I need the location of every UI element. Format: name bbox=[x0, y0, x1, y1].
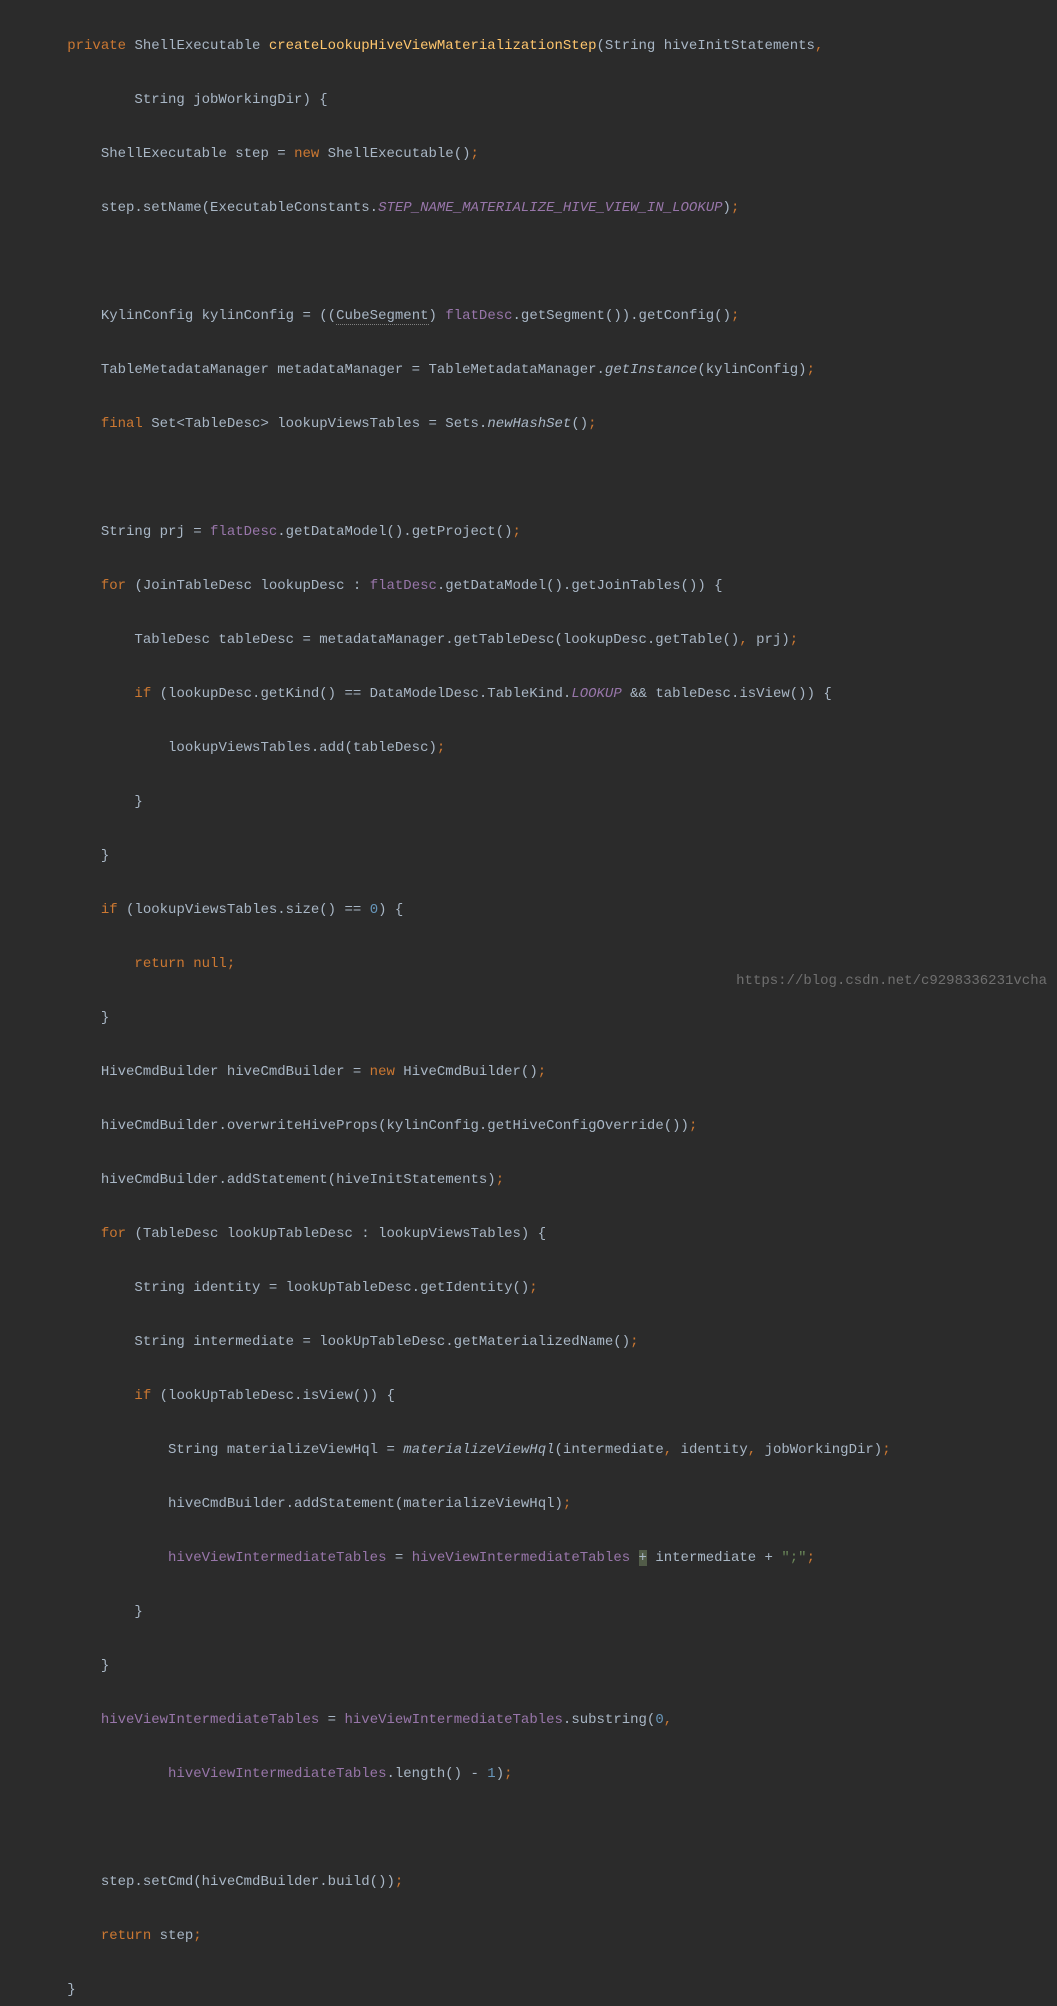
code-line: String prj = flatDesc.getDataModel().get… bbox=[0, 519, 1057, 546]
code-line: hiveViewIntermediateTables = hiveViewInt… bbox=[0, 1545, 1057, 1572]
code-line: String jobWorkingDir) { bbox=[0, 87, 1057, 114]
static-method: getInstance bbox=[605, 362, 697, 378]
code-editor[interactable]: private ShellExecutable createLookupHive… bbox=[0, 6, 1057, 2006]
code-line: } bbox=[0, 1005, 1057, 1032]
code-line: String identity = lookUpTableDesc.getIde… bbox=[0, 1275, 1057, 1302]
code-line: for (JoinTableDesc lookupDesc : flatDesc… bbox=[0, 573, 1057, 600]
code-line: if (lookupViewsTables.size() == 0) { bbox=[0, 897, 1057, 924]
number-literal: 0 bbox=[655, 1712, 663, 1728]
code-line: for (TableDesc lookUpTableDesc : lookupV… bbox=[0, 1221, 1057, 1248]
keyword-for: for bbox=[101, 578, 126, 594]
code-line: KylinConfig kylinConfig = ((CubeSegment)… bbox=[0, 303, 1057, 330]
code-line: } bbox=[0, 1977, 1057, 2004]
code-line: step.setCmd(hiveCmdBuilder.build()); bbox=[0, 1869, 1057, 1896]
field-ref: hiveViewIntermediateTables bbox=[344, 1712, 562, 1728]
keyword-new: new bbox=[294, 146, 319, 162]
keyword-return-null: return null bbox=[134, 956, 226, 972]
code-line: return step; bbox=[0, 1923, 1057, 1950]
field-ref: hiveViewIntermediateTables bbox=[101, 1712, 319, 1728]
code-line: hiveViewIntermediateTables.length() - 1)… bbox=[0, 1761, 1057, 1788]
string-literal: ";" bbox=[781, 1550, 806, 1566]
code-line: lookupViewsTables.add(tableDesc); bbox=[0, 735, 1057, 762]
keyword-private: private bbox=[67, 38, 126, 54]
field-ref: flatDesc bbox=[445, 308, 512, 324]
keyword-if: if bbox=[101, 902, 118, 918]
code-line: String materializeViewHql = materializeV… bbox=[0, 1437, 1057, 1464]
field-ref: flatDesc bbox=[370, 578, 437, 594]
code-line: } bbox=[0, 1599, 1057, 1626]
keyword-return: return bbox=[101, 1928, 151, 1944]
static-constant: STEP_NAME_MATERIALIZE_HIVE_VIEW_IN_LOOKU… bbox=[378, 200, 722, 216]
static-method: materializeViewHql bbox=[403, 1442, 554, 1458]
keyword-for: for bbox=[101, 1226, 126, 1242]
code-line-empty bbox=[0, 1815, 1057, 1842]
code-line: if (lookUpTableDesc.isView()) { bbox=[0, 1383, 1057, 1410]
code-line-empty bbox=[0, 465, 1057, 492]
code-line: hiveCmdBuilder.addStatement(materializeV… bbox=[0, 1491, 1057, 1518]
keyword-final: final bbox=[101, 416, 143, 432]
number-literal: 0 bbox=[370, 902, 378, 918]
code-line: hiveViewIntermediateTables = hiveViewInt… bbox=[0, 1707, 1057, 1734]
method-name: createLookupHiveViewMaterializationStep bbox=[269, 38, 597, 54]
field-ref: hiveViewIntermediateTables bbox=[168, 1766, 386, 1782]
keyword-new: new bbox=[370, 1064, 395, 1080]
keyword-if: if bbox=[134, 1388, 151, 1404]
static-method: newHashSet bbox=[487, 416, 571, 432]
field-ref: hiveViewIntermediateTables bbox=[168, 1550, 386, 1566]
code-line: hiveCmdBuilder.overwriteHiveProps(kylinC… bbox=[0, 1113, 1057, 1140]
code-line: TableMetadataManager metadataManager = T… bbox=[0, 357, 1057, 384]
code-line: final Set<TableDesc> lookupViewsTables =… bbox=[0, 411, 1057, 438]
code-line: ShellExecutable step = new ShellExecutab… bbox=[0, 141, 1057, 168]
code-line: String intermediate = lookUpTableDesc.ge… bbox=[0, 1329, 1057, 1356]
code-line: if (lookupDesc.getKind() == DataModelDes… bbox=[0, 681, 1057, 708]
class-reference: CubeSegment bbox=[336, 308, 428, 325]
field-ref: hiveViewIntermediateTables bbox=[412, 1550, 630, 1566]
code-line: } bbox=[0, 843, 1057, 870]
code-line: HiveCmdBuilder hiveCmdBuilder = new Hive… bbox=[0, 1059, 1057, 1086]
code-line: TableDesc tableDesc = metadataManager.ge… bbox=[0, 627, 1057, 654]
field-ref: flatDesc bbox=[210, 524, 277, 540]
keyword-if: if bbox=[134, 686, 151, 702]
code-line-empty bbox=[0, 249, 1057, 276]
code-line: step.setName(ExecutableConstants.STEP_NA… bbox=[0, 195, 1057, 222]
enum-constant: LOOKUP bbox=[571, 686, 621, 702]
code-line: } bbox=[0, 789, 1057, 816]
number-literal: 1 bbox=[487, 1766, 495, 1782]
watermark-text: https://blog.csdn.net/c9298336231vcha bbox=[736, 968, 1047, 995]
code-line: hiveCmdBuilder.addStatement(hiveInitStat… bbox=[0, 1167, 1057, 1194]
cursor-highlight: + bbox=[639, 1550, 647, 1566]
code-line: private ShellExecutable createLookupHive… bbox=[0, 33, 1057, 60]
code-line: } bbox=[0, 1653, 1057, 1680]
